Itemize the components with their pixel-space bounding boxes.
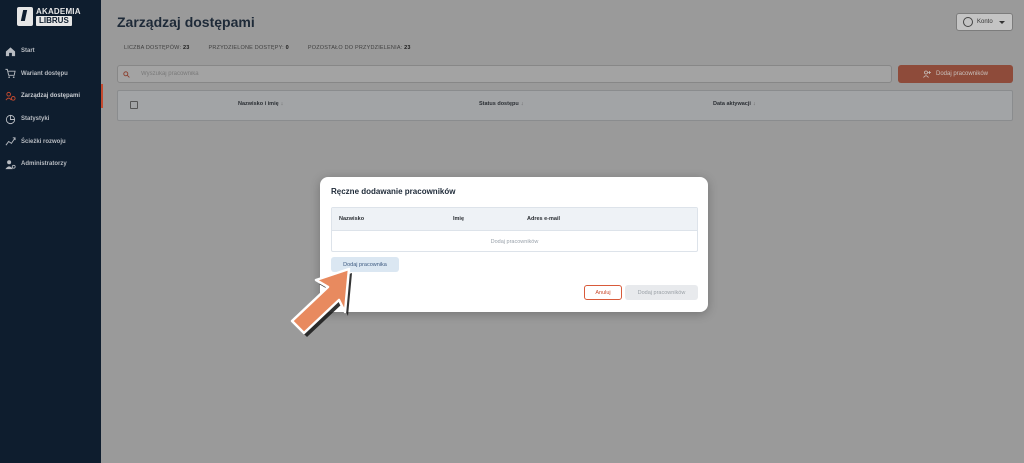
- sidebar-item-zarzadzaj-dostepami[interactable]: Zarządzaj dostępami: [0, 85, 101, 108]
- page-title: Zarządzaj dostępami: [117, 14, 255, 30]
- employees-table: Nazwisko i imię ↓ Status dostępu ↓ Data ak…: [117, 90, 1013, 121]
- sidebar-item-administratorzy[interactable]: Administratorzy: [0, 153, 101, 176]
- user-icon: [963, 17, 973, 27]
- search-input[interactable]: [141, 71, 441, 77]
- column-header-activation-date[interactable]: Data aktywacji ↓: [713, 101, 756, 107]
- sidebar-item-label: Zarządzaj dostępami: [21, 93, 81, 100]
- sidebar-item-label: Statystyki: [21, 116, 50, 123]
- account-label: Konto: [977, 19, 993, 25]
- column-header-label: Data aktywacji: [713, 101, 751, 107]
- stat-assigned-value: 0: [285, 45, 289, 51]
- stat-remaining-label: POZOSTAŁO DO PRZYDZIELENIA:: [307, 45, 403, 51]
- stat-total: LICZBA DOSTĘPÓW: 23: [124, 45, 189, 51]
- select-all-checkbox[interactable]: [130, 101, 138, 109]
- sidebar-item-label: Wariant dostępu: [21, 70, 68, 77]
- stat-remaining: POZOSTAŁO DO PRZYDZIELENIA: 23: [308, 45, 411, 51]
- add-employees-button[interactable]: Dodaj pracowników: [898, 65, 1013, 83]
- logo-line1: AKADEMIA: [36, 7, 81, 16]
- users-manage-icon: [5, 91, 16, 102]
- modal-empty-state: Dodaj pracowników: [490, 238, 539, 245]
- submit-add-employees-button[interactable]: Dodaj pracowników: [625, 285, 698, 300]
- chart-icon: [5, 114, 16, 125]
- add-employees-label: Dodaj pracowników: [935, 71, 989, 77]
- add-user-icon: [923, 70, 931, 78]
- stat-assigned-label: PRZYDZIELONE DOSTĘPY:: [208, 45, 284, 51]
- cart-icon: [5, 68, 16, 79]
- stat-remaining-value: 23: [404, 45, 411, 51]
- stat-assigned: PRZYDZIELONE DOSTĘPY: 0: [208, 45, 288, 51]
- path-icon: [5, 136, 16, 147]
- modal-title: Ręczne dodawanie pracowników: [331, 187, 456, 196]
- modal-employees-table: Nazwisko Imię Adres e-mail Dodaj pracown…: [331, 207, 698, 252]
- sidebar-item-statystyki[interactable]: Statystyki: [0, 108, 101, 131]
- sidebar-item-wariant-dostepu[interactable]: Wariant dostępu: [0, 63, 101, 86]
- add-employees-modal: Ręczne dodawanie pracowników Nazwisko Im…: [320, 177, 708, 312]
- pointer-arrow-icon: [290, 267, 352, 337]
- sidebar-item-sciezki-rozwoju[interactable]: Ścieżki rozwoju: [0, 130, 101, 153]
- search-icon: [123, 70, 130, 78]
- access-stats: LICZBA DOSTĘPÓW: 23 PRZYDZIELONE DOSTĘPY…: [124, 45, 430, 51]
- logo-line2: LIBRUS: [36, 16, 72, 26]
- modal-table-header: Nazwisko Imię Adres e-mail: [332, 208, 697, 231]
- chevron-down-icon: [998, 20, 1005, 24]
- sidebar: AKADEMIA LIBRUS Start Wariant dostępu Za…: [0, 0, 103, 463]
- sort-icon: ↓: [752, 101, 756, 107]
- column-header-label: Nazwisko i imię: [238, 101, 279, 107]
- sidebar-item-label: Administratorzy: [21, 161, 67, 168]
- sort-icon: ↓: [280, 101, 284, 107]
- search-box: [117, 65, 892, 83]
- sidebar-nav: Start Wariant dostępu Zarządzaj dostępam…: [0, 40, 101, 176]
- stat-total-value: 23: [182, 45, 190, 51]
- sidebar-item-label: Start: [21, 48, 35, 55]
- sidebar-item-start[interactable]: Start: [0, 40, 101, 63]
- column-header-name[interactable]: Nazwisko i imię ↓: [238, 101, 283, 107]
- sort-icon: ↓: [520, 101, 524, 107]
- admin-icon: [5, 159, 16, 170]
- modal-column-email: Adres e-mail: [527, 216, 561, 222]
- stat-total-label: LICZBA DOSTĘPÓW:: [124, 45, 182, 51]
- column-header-status[interactable]: Status dostępu ↓: [479, 101, 523, 107]
- modal-column-surname: Nazwisko: [339, 216, 365, 222]
- sidebar-item-label: Ścieżki rozwoju: [21, 138, 66, 145]
- akademia-librus-logo[interactable]: AKADEMIA LIBRUS: [17, 7, 81, 26]
- cancel-button[interactable]: Anuluj: [584, 285, 622, 300]
- modal-column-firstname: Imię: [453, 216, 465, 222]
- home-icon: [5, 46, 16, 57]
- account-dropdown[interactable]: Konto: [956, 13, 1013, 31]
- logo-mark-icon: [17, 7, 33, 26]
- column-header-label: Status dostępu: [479, 101, 519, 107]
